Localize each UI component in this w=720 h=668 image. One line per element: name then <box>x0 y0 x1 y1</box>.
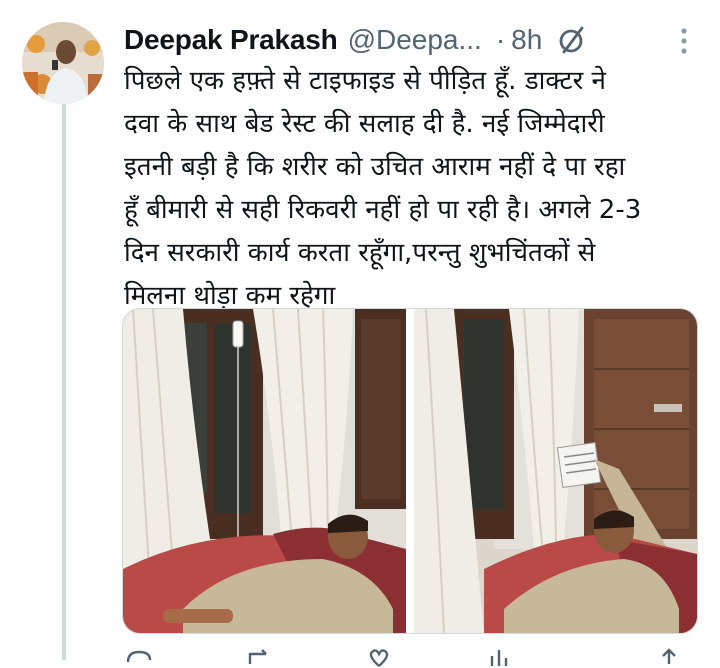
tweet-text: पिछले एक हफ़्ते से टाइफाइड से पीड़ित हूँ… <box>124 60 684 318</box>
thread-line <box>62 104 66 660</box>
tweet-text-line: दिन सरकारी कार्य करता रहूँगा,परन्तु शुभच… <box>124 238 596 268</box>
more-vertical-icon[interactable] <box>680 28 688 54</box>
display-name[interactable]: Deepak Prakash <box>124 24 338 56</box>
avatar[interactable] <box>22 22 104 104</box>
tweet-text-line: दवा के साथ बेड रेस्ट की सलाह दी है. नई ज… <box>124 109 605 139</box>
action-bar <box>124 648 694 668</box>
tweet[interactable]: Deepak Prakash @Deepa... · 8h पिछले एक ह… <box>0 0 720 667</box>
timestamp[interactable]: 8h <box>511 24 542 56</box>
like-icon[interactable] <box>364 648 394 668</box>
reply-icon[interactable] <box>124 648 154 668</box>
media-grid <box>122 308 698 634</box>
user-handle[interactable]: @Deepa... <box>348 24 482 56</box>
tweet-header: Deepak Prakash @Deepa... · 8h <box>124 20 704 60</box>
tweet-text-line: हूँ बीमारी से सही रिकवरी नहीं हो पा रही … <box>124 195 642 225</box>
circle-slash-icon[interactable] <box>556 24 588 56</box>
views-icon[interactable] <box>484 648 514 668</box>
tweet-text-line: पिछले एक हफ़्ते से टाइफाइड से पीड़ित हूँ… <box>124 66 606 96</box>
media-photo-2[interactable] <box>414 309 697 633</box>
tweet-text-line: इतनी बड़ी है कि शरीर को उचित आराम नहीं द… <box>124 152 626 182</box>
media-photo-1[interactable] <box>123 309 406 633</box>
separator-dot: · <box>495 24 506 55</box>
share-icon[interactable] <box>654 648 684 668</box>
retweet-icon[interactable] <box>244 648 274 668</box>
